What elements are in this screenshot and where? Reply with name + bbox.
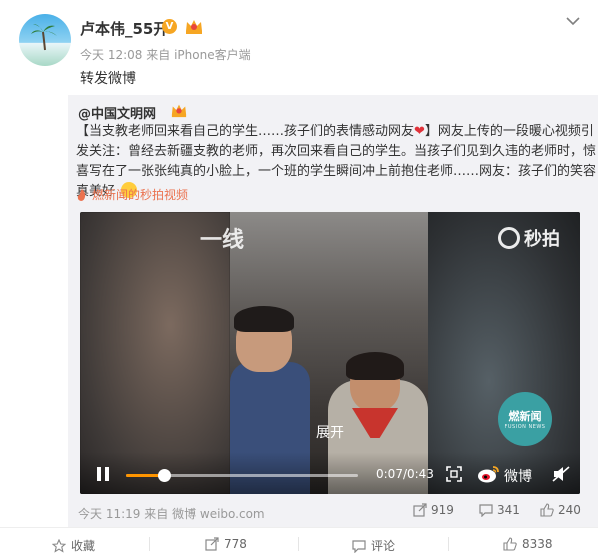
video-time: 0:07/0:43 — [376, 467, 434, 481]
star-icon — [51, 538, 67, 553]
vip-crown-icon[interactable] — [184, 17, 204, 35]
divider — [149, 537, 150, 551]
original-like-count[interactable]: 240 — [540, 503, 581, 517]
mute-icon[interactable] — [552, 466, 570, 482]
palm-tree-icon — [31, 24, 57, 51]
post-text: 转发微博 — [80, 71, 136, 87]
repost-icon — [413, 503, 427, 517]
weibo-post-card: 卢本伟_55开 V 今天 12:08 来自 iPhone客户端 转发微博 @中国… — [0, 0, 598, 560]
video-figure — [234, 306, 294, 332]
like-button[interactable]: 8338 — [503, 537, 553, 551]
heart-icon: ❤ — [414, 124, 425, 139]
repost-button[interactable]: 778 — [205, 537, 247, 551]
thumbs-up-icon — [503, 537, 517, 551]
progress-bar[interactable] — [126, 469, 358, 482]
original-source-prefix: 来自 — [144, 507, 169, 521]
comment-icon — [479, 504, 493, 518]
video-controls: 0:07/0:43 微博 — [80, 452, 580, 494]
video-source-link[interactable]: 燃新闻的秒拍视频 — [92, 186, 188, 203]
weibo-label: 微博 — [504, 469, 532, 485]
post-time[interactable]: 今天 12:08 — [80, 48, 142, 62]
verified-badge-icon[interactable]: V — [162, 19, 177, 34]
original-time[interactable]: 今天 11:19 — [78, 507, 140, 521]
progress-handle[interactable] — [157, 469, 171, 482]
original-author[interactable]: @中国文明网 — [78, 103, 156, 122]
miaopai-logo-icon — [498, 227, 520, 249]
repost-count: 778 — [224, 537, 247, 551]
original-repost-value: 919 — [431, 503, 454, 517]
favorite-label: 收藏 — [71, 539, 96, 553]
news-badge-logo: 燃新闻 FUSION NEWS — [498, 392, 552, 446]
comment-icon — [352, 540, 366, 554]
expand-button[interactable]: 展开 — [316, 422, 344, 442]
pause-icon[interactable] — [96, 466, 110, 482]
video-player[interactable]: 一线 秒拍 燃新闻 FUSION NEWS 展开 0:07/0:43 微博 — [80, 212, 580, 494]
user-name[interactable]: 卢本伟_55开 — [80, 18, 168, 39]
miaopai-brand: 秒拍 — [524, 229, 560, 250]
post-source[interactable]: iPhone客户端 — [174, 48, 251, 62]
original-repost-count[interactable]: 919 — [413, 503, 454, 517]
original-comment-value: 341 — [497, 503, 520, 517]
weibo-logo-icon — [478, 466, 499, 483]
source-prefix: 来自 — [146, 48, 171, 62]
divider — [298, 537, 299, 551]
thumbs-up-icon — [540, 503, 554, 517]
vip-crown-icon[interactable] — [170, 102, 188, 118]
news-badge-main: 燃新闻 — [508, 410, 542, 423]
comment-label: 评论 — [371, 539, 396, 553]
original-text-main: 【当支教老师回来看自己的学生……孩子们的表情感动网友 — [76, 124, 415, 139]
original-comment-count[interactable]: 341 — [479, 503, 520, 518]
like-count: 8338 — [522, 537, 553, 551]
user-avatar[interactable] — [19, 14, 71, 66]
reposted-weibo: @中国文明网 【当支教老师回来看自己的学生……孩子们的表情感动网友❤】网友上传的… — [68, 95, 598, 527]
original-meta: 今天 11:19 来自 微博 weibo.com — [78, 505, 265, 522]
comment-button[interactable]: 评论 — [352, 537, 395, 554]
video-figure — [346, 352, 404, 380]
repost-icon — [205, 537, 219, 551]
video-watermark: 一线 — [200, 228, 245, 253]
divider — [448, 537, 449, 551]
fullscreen-icon[interactable] — [446, 466, 462, 482]
favorite-button[interactable]: 收藏 — [51, 537, 96, 554]
post-meta: 今天 12:08 来自 iPhone客户端 — [80, 46, 251, 63]
news-badge-sub: FUSION NEWS — [504, 424, 546, 430]
video-link-icon — [77, 189, 86, 201]
chevron-down-icon[interactable] — [566, 16, 580, 26]
action-bar: 收藏 778 评论 8338 — [0, 527, 598, 560]
original-source[interactable]: 微博 weibo.com — [172, 507, 265, 521]
original-like-value: 240 — [558, 503, 581, 517]
